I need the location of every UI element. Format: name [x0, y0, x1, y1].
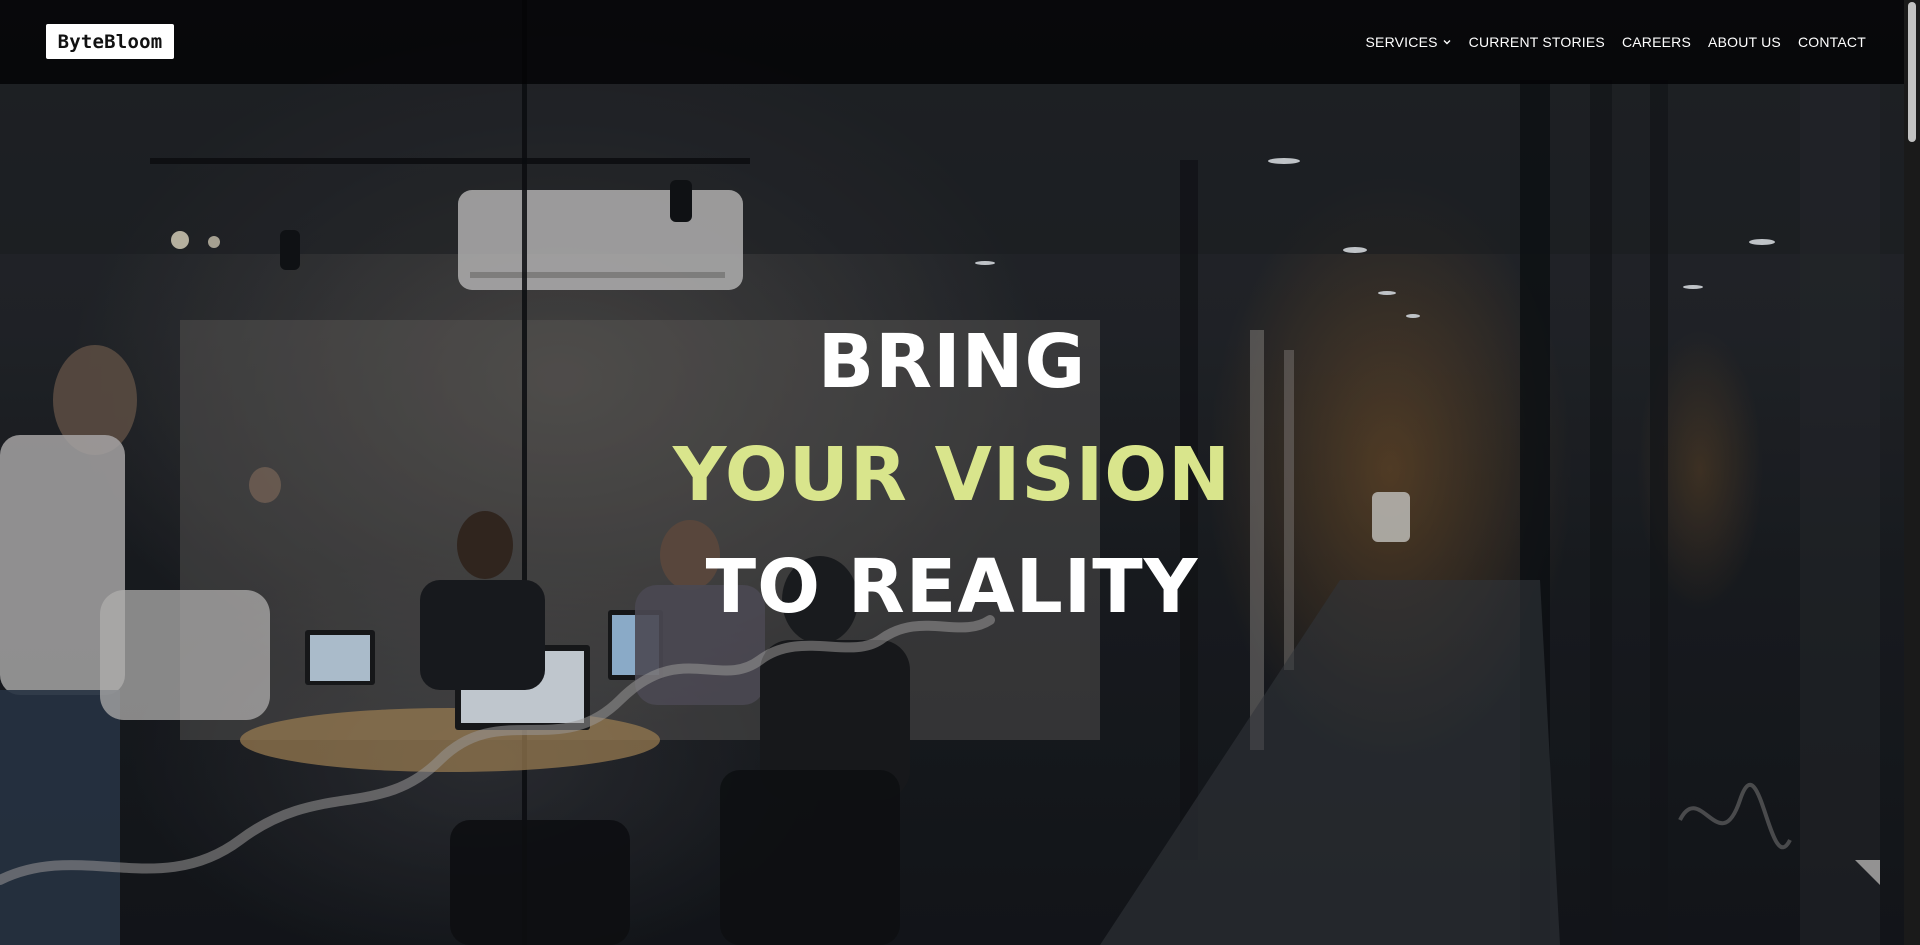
hero-headline-line-3: TO REALITY [705, 544, 1199, 630]
page-scrollbar[interactable] [1904, 0, 1920, 945]
brand-logo[interactable]: ByteBloom [46, 24, 174, 59]
main-nav: SERVICES CURRENT STORIES CAREERS ABOUT U… [1366, 0, 1866, 84]
chevron-down-icon [1443, 40, 1451, 45]
nav-item-careers[interactable]: CAREERS [1622, 34, 1691, 50]
hero-headline-line-2: YOUR VISION [672, 432, 1232, 518]
scrollbar-thumb[interactable] [1908, 2, 1916, 142]
site-header: ByteBloom SERVICES CURRENT STORIES CAREE… [0, 0, 1904, 84]
nav-item-services-label: SERVICES [1365, 34, 1438, 50]
hero-headline-line-1: BRING [817, 319, 1087, 405]
nav-item-services[interactable]: SERVICES [1366, 34, 1452, 50]
nav-item-contact[interactable]: CONTACT [1798, 34, 1866, 50]
nav-item-current-stories[interactable]: CURRENT STORIES [1469, 34, 1605, 50]
nav-item-about-us[interactable]: ABOUT US [1708, 34, 1781, 50]
logo-text: ByteBloom [57, 30, 163, 53]
